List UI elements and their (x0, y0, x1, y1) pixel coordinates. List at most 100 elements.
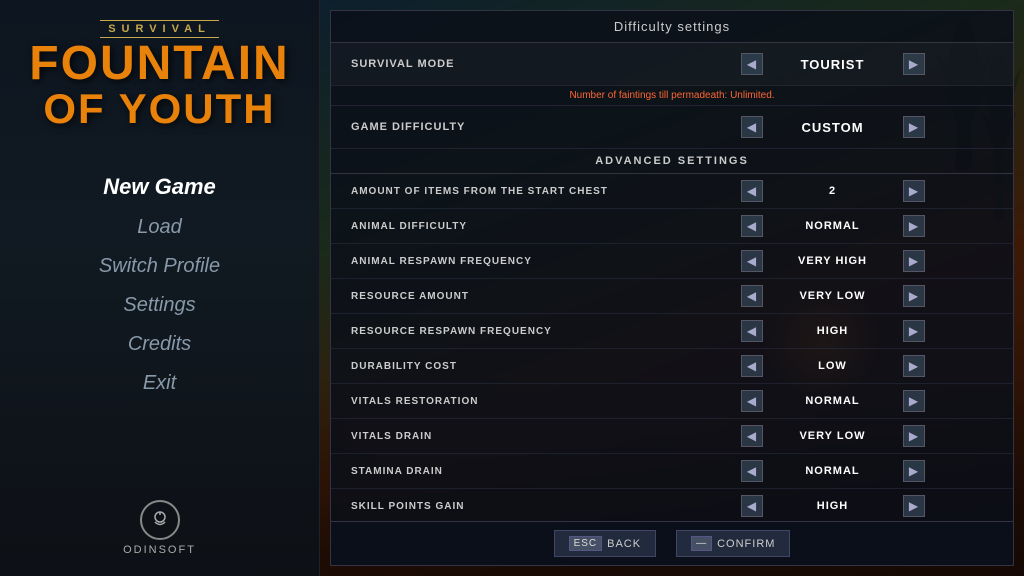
logo-main-text: FOUNTAIN (29, 40, 289, 88)
setting-left-arrow-0[interactable]: ◀ (741, 180, 763, 202)
setting-value-6: NORMAL (773, 395, 893, 407)
table-row: ANIMAL DIFFICULTY ◀ NORMAL ▶ (331, 209, 1013, 244)
confirm-key-badge: — (691, 536, 712, 551)
confirm-label: CONFIRM (717, 538, 775, 550)
setting-right-arrow-8[interactable]: ▶ (903, 460, 925, 482)
back-button[interactable]: Esc BACK (554, 530, 657, 557)
difficulty-panel: Difficulty settings SURVIVAL MODE ◀ TOUR… (330, 10, 1014, 566)
setting-value-area-5: ◀ LOW ▶ (672, 355, 993, 377)
setting-right-arrow-5[interactable]: ▶ (903, 355, 925, 377)
setting-left-arrow-1[interactable]: ◀ (741, 215, 763, 237)
setting-value-area-8: ◀ NORMAL ▶ (672, 460, 993, 482)
setting-value-8: NORMAL (773, 465, 893, 477)
game-difficulty-value-area: ◀ CUSTOM ▶ (672, 116, 993, 138)
setting-label-1: ANIMAL DIFFICULTY (351, 221, 672, 232)
setting-value-1: NORMAL (773, 220, 893, 232)
setting-value-3: VERY LOW (773, 290, 893, 302)
setting-value-7: VERY LOW (773, 430, 893, 442)
nav-item-settings[interactable]: Settings (103, 290, 215, 321)
table-row: DURABILITY COST ◀ LOW ▶ (331, 349, 1013, 384)
logo-sub-text: OF YOUTH (43, 88, 275, 130)
setting-right-arrow-7[interactable]: ▶ (903, 425, 925, 447)
main-panel: Difficulty settings SURVIVAL MODE ◀ TOUR… (320, 0, 1024, 576)
nav-item-credits[interactable]: Credits (108, 329, 211, 360)
studio-icon (140, 500, 180, 540)
setting-value-area-0: ◀ 2 ▶ (672, 180, 993, 202)
nav-item-new-game[interactable]: New Game (83, 170, 236, 204)
setting-value-area-1: ◀ NORMAL ▶ (672, 215, 993, 237)
setting-left-arrow-3[interactable]: ◀ (741, 285, 763, 307)
setting-right-arrow-3[interactable]: ▶ (903, 285, 925, 307)
logo-area: SURVIVAL FOUNTAIN OF YOUTH (29, 20, 289, 130)
game-difficulty-row: GAME DIFFICULTY ◀ CUSTOM ▶ (331, 106, 1013, 149)
game-difficulty-label: GAME DIFFICULTY (351, 121, 672, 133)
setting-right-arrow-9[interactable]: ▶ (903, 495, 925, 517)
survival-mode-row: SURVIVAL MODE ◀ TOURIST ▶ (331, 43, 1013, 86)
nav-item-switch-profile[interactable]: Switch Profile (79, 251, 240, 282)
table-row: RESOURCE AMOUNT ◀ VERY LOW ▶ (331, 279, 1013, 314)
confirm-button[interactable]: — CONFIRM (676, 530, 790, 557)
setting-label-5: DURABILITY COST (351, 361, 672, 372)
setting-value-area-7: ◀ VERY LOW ▶ (672, 425, 993, 447)
table-row: AMOUNT OF ITEMS FROM THE START CHEST ◀ 2… (331, 174, 1013, 209)
setting-label-4: RESOURCE RESPAWN FREQUENCY (351, 326, 672, 337)
settings-scroll-area[interactable]: AMOUNT OF ITEMS FROM THE START CHEST ◀ 2… (331, 174, 1013, 521)
setting-left-arrow-7[interactable]: ◀ (741, 425, 763, 447)
setting-value-9: HIGH (773, 500, 893, 512)
nav-menu: New Game Load Switch Profile Settings Cr… (0, 170, 319, 399)
game-difficulty-right-arrow[interactable]: ▶ (903, 116, 925, 138)
game-difficulty-value: CUSTOM (773, 120, 893, 135)
setting-value-0: 2 (773, 185, 893, 197)
nav-item-load[interactable]: Load (117, 212, 202, 243)
table-row: RESOURCE RESPAWN FREQUENCY ◀ HIGH ▶ (331, 314, 1013, 349)
studio-logo: ODINSOFT (123, 500, 196, 556)
sidebar: SURVIVAL FOUNTAIN OF YOUTH New Game Load… (0, 0, 320, 576)
setting-label-0: AMOUNT OF ITEMS FROM THE START CHEST (351, 186, 672, 197)
studio-name: ODINSOFT (123, 544, 196, 556)
survival-mode-value-area: ◀ TOURIST ▶ (672, 53, 993, 75)
survival-mode-value: TOURIST (773, 57, 893, 72)
table-row: SKILL POINTS GAIN ◀ HIGH ▶ (331, 489, 1013, 521)
survival-mode-right-arrow[interactable]: ▶ (903, 53, 925, 75)
setting-left-arrow-6[interactable]: ◀ (741, 390, 763, 412)
setting-value-area-9: ◀ HIGH ▶ (672, 495, 993, 517)
faintings-value: Unlimited. (730, 90, 774, 101)
setting-left-arrow-8[interactable]: ◀ (741, 460, 763, 482)
setting-label-6: VITALS RESTORATION (351, 396, 672, 407)
table-row: VITALS RESTORATION ◀ NORMAL ▶ (331, 384, 1013, 419)
game-difficulty-left-arrow[interactable]: ◀ (741, 116, 763, 138)
setting-left-arrow-2[interactable]: ◀ (741, 250, 763, 272)
setting-label-2: ANIMAL RESPAWN FREQUENCY (351, 256, 672, 267)
back-label: BACK (607, 538, 641, 550)
bottom-buttons: Esc BACK — CONFIRM (331, 521, 1013, 565)
nav-item-exit[interactable]: Exit (123, 368, 196, 399)
setting-right-arrow-2[interactable]: ▶ (903, 250, 925, 272)
survival-mode-left-arrow[interactable]: ◀ (741, 53, 763, 75)
setting-left-arrow-5[interactable]: ◀ (741, 355, 763, 377)
advanced-settings-title: ADVANCED SETTINGS (331, 149, 1013, 174)
esc-key-badge: Esc (569, 536, 603, 551)
setting-value-4: HIGH (773, 325, 893, 337)
setting-value-area-6: ◀ NORMAL ▶ (672, 390, 993, 412)
setting-label-7: VITALS DRAIN (351, 431, 672, 442)
setting-right-arrow-4[interactable]: ▶ (903, 320, 925, 342)
setting-left-arrow-4[interactable]: ◀ (741, 320, 763, 342)
setting-right-arrow-0[interactable]: ▶ (903, 180, 925, 202)
setting-left-arrow-9[interactable]: ◀ (741, 495, 763, 517)
setting-label-3: RESOURCE AMOUNT (351, 291, 672, 302)
table-row: STAMINA DRAIN ◀ NORMAL ▶ (331, 454, 1013, 489)
table-row: VITALS DRAIN ◀ VERY LOW ▶ (331, 419, 1013, 454)
setting-value-2: VERY HIGH (773, 255, 893, 267)
setting-value-area-2: ◀ VERY HIGH ▶ (672, 250, 993, 272)
setting-value-5: LOW (773, 360, 893, 372)
setting-label-9: SKILL POINTS GAIN (351, 501, 672, 512)
setting-value-area-3: ◀ VERY LOW ▶ (672, 285, 993, 307)
setting-value-area-4: ◀ HIGH ▶ (672, 320, 993, 342)
table-row: ANIMAL RESPAWN FREQUENCY ◀ VERY HIGH ▶ (331, 244, 1013, 279)
faintings-note: Number of faintings till permadeath: Unl… (331, 86, 1013, 106)
setting-right-arrow-6[interactable]: ▶ (903, 390, 925, 412)
setting-label-8: STAMINA DRAIN (351, 466, 672, 477)
setting-right-arrow-1[interactable]: ▶ (903, 215, 925, 237)
panel-title: Difficulty settings (331, 11, 1013, 43)
survival-mode-label: SURVIVAL MODE (351, 58, 672, 70)
